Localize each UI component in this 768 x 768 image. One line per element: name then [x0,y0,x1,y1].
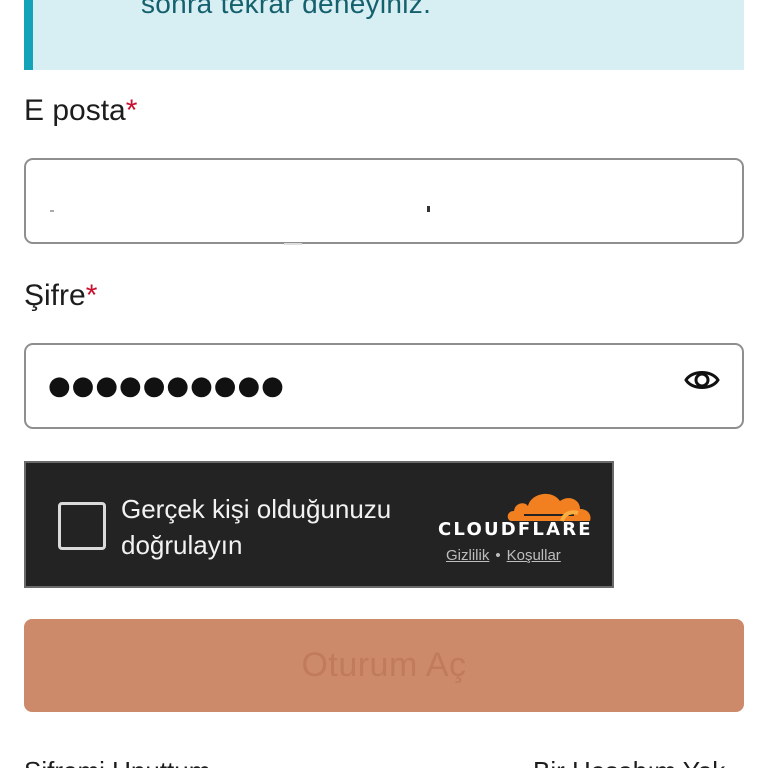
email-field[interactable] [24,158,744,245]
email-label-text: E posta [24,94,126,127]
privacy-link[interactable]: Gizlilik [446,547,489,564]
alert-banner: sonra tekrar deneyiniz. [24,0,744,70]
email-redaction-mark [50,210,54,212]
password-value: ●●●●●●●●●● [48,371,285,401]
password-label: Şifre* [24,279,97,313]
password-required-mark: * [85,279,98,312]
terms-link[interactable]: Koşullar [507,547,561,564]
email-required-mark: * [125,94,138,127]
email-redaction-mark [284,243,302,245]
cloudflare-verification-widget: Gerçek kişi olduğunuzu doğrulayın CLOUDF… [24,461,614,588]
forgot-password-link[interactable]: Şifremi Unuttum [24,756,210,768]
eye-icon [684,371,720,389]
show-password-button[interactable] [682,363,722,397]
alert-text: sonra tekrar deneyiniz. [141,0,432,19]
email-redaction-mark [427,206,430,212]
no-account-link[interactable]: Bir Hesabım Yok [533,756,725,768]
sign-in-button[interactable]: Oturum Aç [24,619,744,712]
cloudflare-wordmark: CLOUDFLARE [438,519,593,540]
verification-prompt: Gerçek kişi olduğunuzu doğrulayın [121,494,392,560]
login-page: sonra tekrar deneyiniz. E posta* Şifre* … [0,0,768,768]
password-label-text: Şifre [24,279,86,312]
cloudflare-links: Gizlilik • Koşullar [446,547,561,564]
password-field[interactable]: ●●●●●●●●●● [24,343,744,429]
human-verification-checkbox[interactable] [58,502,106,550]
link-separator: • [495,547,501,564]
email-label: E posta* [24,94,137,128]
